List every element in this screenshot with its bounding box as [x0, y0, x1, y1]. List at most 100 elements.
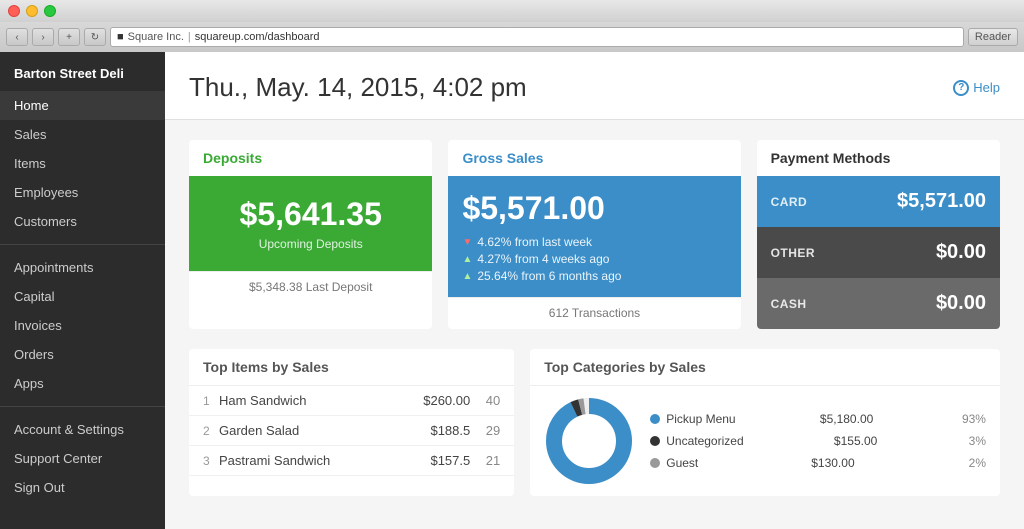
gross-stat-2: ▲ 4.27% from 4 weeks ago	[462, 252, 726, 266]
legend-pct-2: 3%	[956, 434, 986, 448]
site-name: Square Inc.	[128, 31, 184, 43]
gross-stat-text-2: 4.27% from 4 weeks ago	[477, 252, 609, 266]
payment-value-cash: $0.00	[936, 292, 986, 315]
gross-stat-text-3: 25.64% from 6 months ago	[477, 269, 621, 283]
gross-amount-box: $5,571.00 ▼ 4.62% from last week ▲ 4.27%…	[448, 176, 740, 297]
payment-row-other: OTHER $0.00	[757, 227, 1000, 278]
item-count-2: 29	[470, 423, 500, 438]
new-tab-button[interactable]: +	[58, 28, 80, 46]
legend-value-2: $155.00	[822, 434, 877, 448]
legend-row-2: Uncategorized $155.00 3%	[650, 430, 986, 452]
deposits-header: Deposits	[189, 140, 432, 176]
cards-row: Deposits $5,641.35 Upcoming Deposits $5,…	[189, 140, 1000, 329]
legend-pct-3: 2%	[956, 456, 986, 470]
gross-stats: ▼ 4.62% from last week ▲ 4.27% from 4 we…	[462, 235, 726, 283]
deposits-amount-box: $5,641.35 Upcoming Deposits	[189, 176, 432, 271]
item-count-3: 21	[470, 453, 500, 468]
donut-chart	[544, 396, 634, 486]
sidebar-item-account-settings[interactable]: Account & Settings	[0, 415, 165, 444]
sidebar-nav: Home Sales Items Employees Customers App…	[0, 91, 165, 502]
sidebar-item-support[interactable]: Support Center	[0, 444, 165, 473]
favicon: ■	[117, 31, 124, 43]
page-title: Thu., May. 14, 2015, 4:02 pm	[189, 72, 527, 103]
gross-stat-3: ▲ 25.64% from 6 months ago	[462, 269, 726, 283]
help-button[interactable]: ? Help	[953, 80, 1000, 96]
legend-label-3: Guest	[666, 456, 698, 470]
sidebar-item-home[interactable]: Home	[0, 91, 165, 120]
sidebar-item-items[interactable]: Items	[0, 149, 165, 178]
table-row: 2 Garden Salad $188.5 29	[189, 416, 514, 446]
sidebar-item-appointments[interactable]: Appointments	[0, 253, 165, 282]
top-categories-header: Top Categories by Sales	[530, 349, 1000, 386]
item-price-3: $157.5	[410, 453, 470, 468]
minimize-button[interactable]	[26, 5, 38, 17]
sidebar-item-invoices[interactable]: Invoices	[0, 311, 165, 340]
top-categories-card: Top Categories by Sales	[530, 349, 1000, 496]
close-button[interactable]	[8, 5, 20, 17]
gross-amount: $5,571.00	[462, 190, 726, 227]
sidebar-item-signout[interactable]: Sign Out	[0, 473, 165, 502]
payment-label-card: CARD	[771, 195, 808, 209]
forward-button[interactable]: ›	[32, 28, 54, 46]
legend-label-1: Pickup Menu	[666, 412, 735, 426]
main-header: Thu., May. 14, 2015, 4:02 pm ? Help	[165, 52, 1024, 120]
legend-dot-3	[650, 458, 660, 468]
deposits-card: Deposits $5,641.35 Upcoming Deposits $5,…	[189, 140, 432, 329]
item-name-1: Ham Sandwich	[219, 393, 410, 408]
sidebar-item-orders[interactable]: Orders	[0, 340, 165, 369]
sidebar-brand: Barton Street Deli	[0, 52, 165, 91]
legend-dot-1	[650, 414, 660, 424]
sidebar-item-capital[interactable]: Capital	[0, 282, 165, 311]
payment-row-cash: CASH $0.00	[757, 278, 1000, 329]
payment-methods-card: Payment Methods CARD $5,571.00 OTHER $0.…	[757, 140, 1000, 329]
payment-label-cash: CASH	[771, 297, 807, 311]
item-num-2: 2	[203, 424, 219, 438]
legend-pct-1: 93%	[956, 412, 986, 426]
gross-sales-header: Gross Sales	[448, 140, 740, 176]
sidebar-divider-1	[0, 244, 165, 245]
legend-value-1: $5,180.00	[818, 412, 873, 426]
table-row: 1 Ham Sandwich $260.00 40	[189, 386, 514, 416]
sidebar: Barton Street Deli Home Sales Items Empl…	[0, 52, 165, 529]
sidebar-item-employees[interactable]: Employees	[0, 178, 165, 207]
reload-button[interactable]: ↻	[84, 28, 106, 46]
gross-footer: 612 Transactions	[448, 297, 740, 328]
sidebar-item-customers[interactable]: Customers	[0, 207, 165, 236]
legend-row-1: Pickup Menu $5,180.00 93%	[650, 408, 986, 430]
item-price-2: $188.5	[410, 423, 470, 438]
deposits-amount: $5,641.35	[203, 196, 418, 233]
sidebar-item-sales[interactable]: Sales	[0, 120, 165, 149]
main-content: Thu., May. 14, 2015, 4:02 pm ? Help Depo…	[165, 52, 1024, 529]
categories-legend: Pickup Menu $5,180.00 93% Uncategorized	[650, 408, 986, 474]
gross-stat-text-1: 4.62% from last week	[477, 235, 592, 249]
help-icon: ?	[953, 80, 969, 96]
deposits-footer: $5,348.38 Last Deposit	[189, 271, 432, 302]
payment-row-card: CARD $5,571.00	[757, 176, 1000, 227]
url-text: squareup.com/dashboard	[195, 31, 320, 43]
legend-label-2: Uncategorized	[666, 434, 743, 448]
neg-icon-1: ▼	[462, 237, 472, 248]
sidebar-divider-2	[0, 406, 165, 407]
maximize-button[interactable]	[44, 5, 56, 17]
back-button[interactable]: ‹	[6, 28, 28, 46]
top-items-header: Top Items by Sales	[189, 349, 514, 386]
item-num-3: 3	[203, 454, 219, 468]
url-bar[interactable]: ■ Square Inc. | squareup.com/dashboard	[110, 27, 964, 47]
payment-methods-header: Payment Methods	[757, 140, 1000, 176]
legend-dot-2	[650, 436, 660, 446]
legend-value-3: $130.00	[800, 456, 855, 470]
categories-content: Pickup Menu $5,180.00 93% Uncategorized	[530, 386, 1000, 496]
dashboard-body: Deposits $5,641.35 Upcoming Deposits $5,…	[165, 120, 1024, 516]
sidebar-item-apps[interactable]: Apps	[0, 369, 165, 398]
deposits-sublabel: Upcoming Deposits	[203, 237, 418, 251]
pos-icon-3: ▲	[462, 271, 472, 282]
reader-button[interactable]: Reader	[968, 28, 1018, 46]
items-table: 1 Ham Sandwich $260.00 40 2 Garden Salad…	[189, 386, 514, 476]
pos-icon-2: ▲	[462, 254, 472, 265]
table-row: 3 Pastrami Sandwich $157.5 21	[189, 446, 514, 476]
item-count-1: 40	[470, 393, 500, 408]
payment-value-other: $0.00	[936, 241, 986, 264]
item-price-1: $260.00	[410, 393, 470, 408]
bottom-row: Top Items by Sales 1 Ham Sandwich $260.0…	[189, 349, 1000, 496]
top-items-card: Top Items by Sales 1 Ham Sandwich $260.0…	[189, 349, 514, 496]
